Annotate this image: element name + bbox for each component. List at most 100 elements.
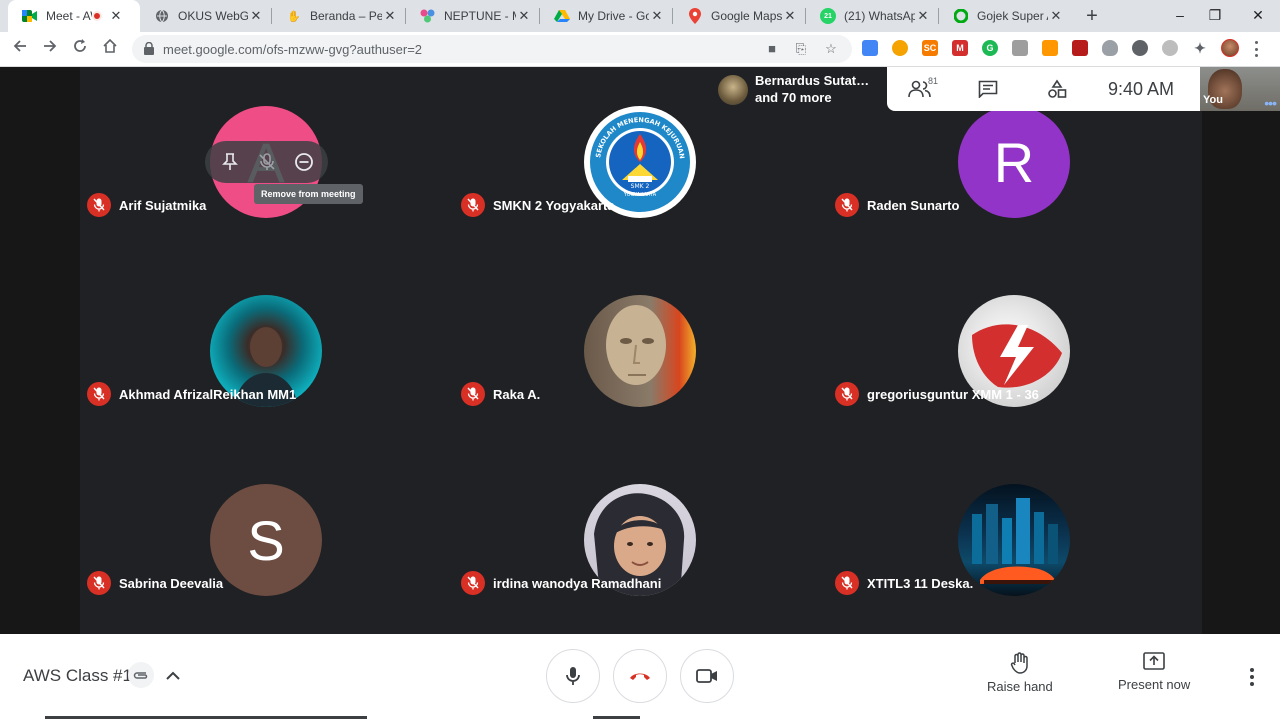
participant-tile[interactable]: S Sabrina Deevalia (80, 445, 454, 634)
new-tab-button[interactable]: + (1082, 5, 1102, 27)
tab-title: My Drive - Goo (578, 9, 649, 23)
participant-tile[interactable]: irdina wanodya Ramadhani (454, 445, 828, 634)
camera-button[interactable] (680, 649, 734, 703)
restore-button[interactable]: ❐ (1201, 4, 1229, 26)
tab-whatsapp[interactable]: 21 (21) WhatsApp ✕ (806, 0, 939, 32)
svg-text:SMK 2: SMK 2 (631, 183, 650, 190)
tab-beranda[interactable]: ✋ Beranda – Pesa ✕ (272, 0, 406, 32)
participant-tile[interactable]: Raka A. (454, 256, 828, 445)
participant-name: SMKN 2 Yogyakarta (461, 193, 615, 217)
raise-hand-button[interactable]: Raise hand (987, 652, 1053, 694)
home-icon (103, 38, 117, 53)
tab-title: NEPTUNE - Ma (444, 9, 516, 23)
participant-tile[interactable]: XTITL3 11 Deska. (828, 445, 1202, 634)
browser-toolbar: meet.google.com/ofs-mzww-gvg?authuser=2 … (0, 32, 1280, 67)
tab-my-drive[interactable]: My Drive - Goo ✕ (540, 0, 673, 32)
close-tab-icon[interactable]: ✕ (248, 8, 264, 24)
self-view-tile[interactable]: You ••• (1200, 67, 1280, 111)
leave-call-button[interactable] (613, 649, 667, 703)
hands-icon: ✋ (287, 10, 301, 23)
participant-count: 81 (928, 76, 939, 86)
pin-button[interactable] (215, 147, 245, 177)
back-button[interactable] (8, 38, 32, 60)
remove-participant-button[interactable] (289, 147, 319, 177)
close-tab-icon[interactable]: ✕ (649, 8, 665, 24)
extension-orange-icon[interactable] (892, 40, 908, 56)
close-tab-icon[interactable]: ✕ (382, 8, 398, 24)
participant-name: Arif Sujatmika (87, 193, 206, 217)
meeting-stage: A Remove from meeting Arif Sujatmika (0, 67, 1280, 634)
tab-neptune[interactable]: NEPTUNE - Ma ✕ (406, 0, 540, 32)
audio-level-icon: ••• (1264, 95, 1277, 111)
extension-sc-icon[interactable]: SC (922, 40, 938, 56)
participant-tile[interactable]: A Remove from meeting Arif Sujatmika (80, 67, 454, 256)
extension-shield-icon[interactable] (1102, 40, 1118, 56)
gojek-icon (953, 8, 969, 24)
arrow-right-icon (44, 40, 57, 52)
microphone-button[interactable] (546, 649, 600, 703)
mic-off-icon (87, 382, 111, 406)
tab-meet[interactable]: Meet - AWS ✕ (8, 0, 140, 32)
presenter-chip[interactable]: Bernardus Sutat… and 70 more (710, 67, 886, 111)
tab-okus-webgis[interactable]: OKUS WebGIS ✕ (140, 0, 272, 32)
participant-name: Sabrina Deevalia (87, 571, 223, 595)
tab-google-maps[interactable]: Google Maps ✕ (673, 0, 806, 32)
tab-title: Gojek Super A (977, 9, 1048, 23)
participant-tile[interactable]: Akhmad AfrizalReikhan MM1 (80, 256, 454, 445)
globe-icon (154, 8, 170, 24)
mic-off-icon (258, 153, 275, 170)
extension-grey-icon[interactable] (1012, 40, 1028, 56)
photo-avatar (584, 295, 696, 407)
chat-button[interactable] (975, 77, 1001, 101)
home-button[interactable] (98, 38, 122, 60)
participant-hover-controls (205, 141, 328, 183)
address-bar[interactable]: meet.google.com/ofs-mzww-gvg?authuser=2 … (132, 35, 852, 63)
extension-pdf-icon[interactable] (1072, 40, 1088, 56)
presenter-name: Bernardus Sutat… (755, 73, 870, 88)
close-tab-icon[interactable]: ✕ (516, 8, 532, 24)
profile-avatar[interactable] (1221, 39, 1239, 57)
close-tab-icon[interactable]: ✕ (915, 8, 931, 24)
chrome-menu-icon[interactable] (1255, 41, 1261, 57)
browser-tab-strip: Meet - AWS ✕ OKUS WebGIS ✕ ✋ Beranda – P… (0, 0, 1280, 32)
participant-name: gregoriusguntur XMM 1 - 36 (835, 382, 1039, 406)
extension-key-icon[interactable] (1042, 40, 1058, 56)
meeting-details-button[interactable] (164, 666, 182, 684)
neptune-icon (420, 8, 436, 24)
attachment-button[interactable] (128, 662, 154, 688)
present-now-label: Present now (1118, 677, 1191, 692)
photo-avatar (958, 484, 1070, 596)
activities-button[interactable] (1044, 77, 1070, 101)
close-tab-icon[interactable]: ✕ (108, 8, 124, 24)
extension-circle-icon[interactable] (1132, 40, 1148, 56)
minimize-button[interactable]: – (1166, 4, 1194, 26)
reload-button[interactable] (68, 38, 92, 60)
tab-title: Beranda – Pesa (310, 9, 382, 23)
close-window-button[interactable]: ✕ (1244, 4, 1272, 26)
extensions-puzzle-icon[interactable]: ✦ (1192, 40, 1208, 56)
microphone-icon (566, 667, 580, 685)
forward-button[interactable] (38, 38, 62, 60)
meeting-top-bar: 81 9:40 AM (887, 67, 1200, 111)
present-now-button[interactable]: Present now (1118, 652, 1190, 692)
meeting-clock: 9:40 AM (1108, 79, 1175, 99)
extension-blue-icon[interactable] (862, 40, 878, 56)
close-tab-icon[interactable]: ✕ (1048, 8, 1064, 24)
hand-icon (1010, 652, 1028, 674)
recording-icon (92, 11, 102, 21)
translate-icon[interactable]: ⎘ (793, 41, 809, 57)
participant-name: Raka A. (461, 382, 540, 406)
presenter-others: and 70 more (755, 90, 832, 105)
close-tab-icon[interactable]: ✕ (782, 8, 798, 24)
extension-pin-icon[interactable] (1162, 40, 1178, 56)
extension-green-icon[interactable]: G (982, 40, 998, 56)
camera-icon[interactable]: ■ (764, 41, 780, 57)
more-options-button[interactable] (1242, 666, 1262, 688)
mute-participant-button[interactable] (252, 147, 282, 177)
bookmark-star-icon[interactable]: ☆ (823, 41, 839, 57)
tab-gojek[interactable]: Gojek Super A ✕ (939, 0, 1072, 32)
shapes-icon (1048, 79, 1067, 98)
participant-tile[interactable]: gregoriusguntur XMM 1 - 36 (828, 256, 1202, 445)
avatar (718, 75, 748, 105)
extension-red-icon[interactable]: M (952, 40, 968, 56)
